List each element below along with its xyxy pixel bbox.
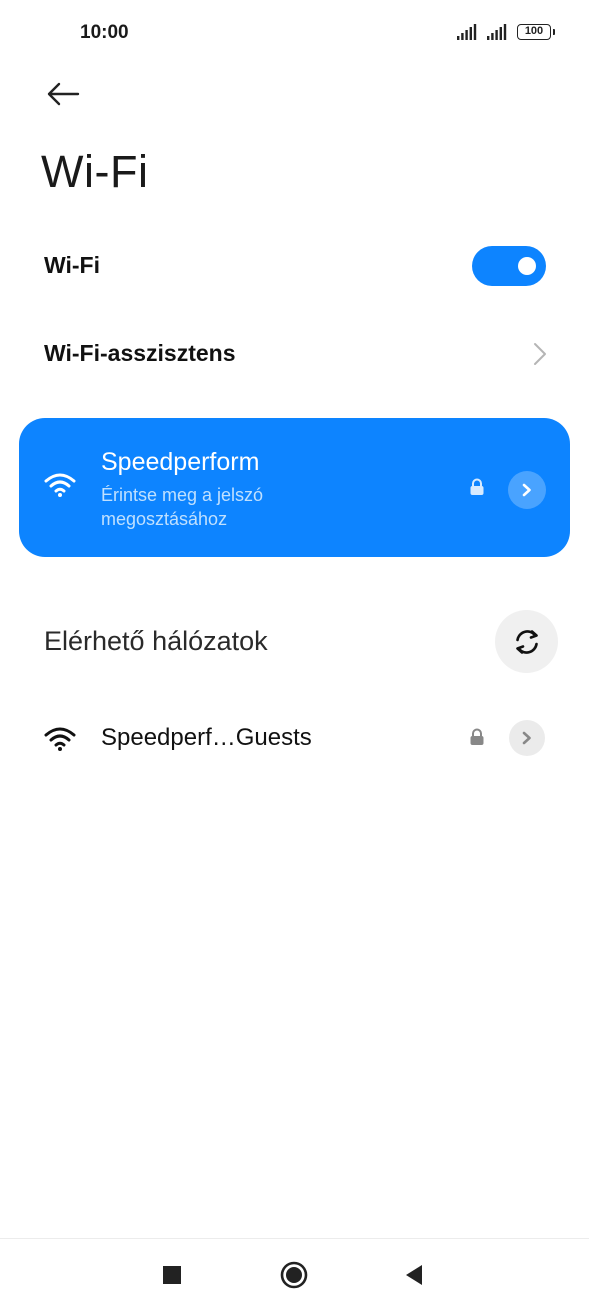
circle-icon	[280, 1261, 308, 1289]
triangle-back-icon	[406, 1265, 422, 1285]
network-name: Speedperf…Guests	[101, 724, 312, 751]
toggle-knob	[518, 257, 536, 275]
chevron-right-icon	[522, 483, 531, 497]
home-button[interactable]	[276, 1257, 312, 1293]
signal-icon	[457, 24, 477, 40]
nav-back-button[interactable]	[396, 1257, 432, 1293]
battery-icon: 100	[517, 24, 555, 40]
chevron-right-icon	[534, 343, 546, 365]
connected-network-subtitle: Érintse meg a jelszó megosztásához	[101, 485, 264, 529]
page-title: Wi-Fi	[41, 146, 149, 197]
wifi-icon	[44, 473, 76, 497]
recents-button[interactable]	[154, 1257, 190, 1293]
status-time: 10:00	[80, 22, 129, 43]
network-details-button[interactable]	[509, 720, 545, 756]
status-icons: 100	[457, 24, 555, 40]
chevron-right-icon	[522, 731, 531, 745]
wifi-toggle[interactable]	[472, 246, 546, 286]
list-item[interactable]: Speedperf…Guests	[0, 706, 589, 770]
navigation-bar	[0, 1238, 589, 1309]
wifi-icon	[44, 727, 76, 751]
refresh-button[interactable]	[495, 610, 558, 673]
lock-icon	[470, 728, 484, 745]
connected-network-card[interactable]: Speedperform Érintse meg a jelszó megosz…	[19, 418, 570, 557]
refresh-icon	[515, 629, 538, 654]
network-details-button[interactable]	[508, 471, 546, 509]
square-icon	[163, 1266, 181, 1284]
signal-icon	[487, 24, 507, 40]
wifi-assistant-row[interactable]: Wi-Fi-asszisztens	[0, 320, 589, 388]
wifi-assistant-label: Wi-Fi-asszisztens	[44, 340, 236, 366]
wifi-toggle-label: Wi-Fi	[44, 252, 100, 278]
arrow-left-icon	[47, 82, 80, 106]
connected-network-name: Speedperform	[101, 448, 260, 476]
lock-icon	[470, 478, 484, 495]
available-networks-title: Elérhető hálózatok	[44, 626, 268, 656]
status-bar: 10:00 100	[0, 0, 589, 66]
back-button[interactable]	[40, 74, 86, 114]
